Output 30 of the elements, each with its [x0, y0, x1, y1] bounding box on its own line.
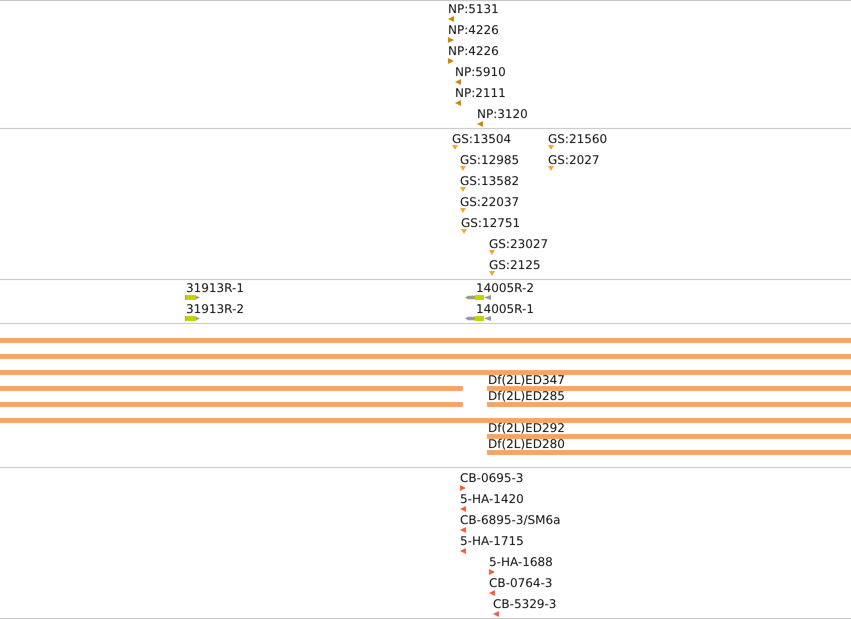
feature-label: Df(2L)ED292: [488, 423, 565, 434]
feature-label: Df(2L)ED347: [488, 375, 565, 386]
feature-label: GS:12751: [461, 216, 520, 230]
feature-label: CB-0695-3: [460, 471, 524, 485]
feature-label: NP:5131: [448, 2, 499, 16]
feature-label: Df(2L)ED280: [488, 439, 565, 450]
feature-label: GS:2027: [548, 153, 600, 167]
feature-label: Df(2L)ED285: [488, 391, 565, 402]
feature-label: GS:21560: [548, 132, 608, 146]
feature-label: CB-6895-3/SM6a: [460, 513, 560, 527]
feature-label: 31913R-1: [186, 281, 244, 295]
feature-label: 5-HA-1715: [460, 534, 524, 548]
feature-label: CB-5329-3: [493, 597, 556, 611]
feature-label: GS:12985: [460, 153, 520, 167]
feature-label: 5-HA-1688: [489, 555, 553, 569]
feature-label: 14005R-1: [476, 302, 534, 316]
feature-label: 5-HA-1420: [460, 492, 524, 506]
feature-label: GS:13582: [460, 174, 520, 188]
feature-label: NP:2111: [455, 86, 506, 100]
feature-label: GS:2125: [489, 258, 540, 272]
feature-label: GS:22037: [460, 195, 520, 209]
feature-label: CB-0764-3: [489, 576, 552, 590]
feature-label: 31913R-2: [186, 302, 244, 316]
feature-label: GS:23027: [489, 237, 548, 251]
feature-label: GS:13504: [452, 132, 512, 146]
feature-label: NP:4226: [448, 23, 499, 37]
feature-label: NP:3120: [477, 107, 528, 121]
feature-label: NP:5910: [455, 65, 506, 79]
feature-label: 14005R-2: [476, 281, 534, 295]
feature-label: NP:4226: [448, 44, 499, 58]
